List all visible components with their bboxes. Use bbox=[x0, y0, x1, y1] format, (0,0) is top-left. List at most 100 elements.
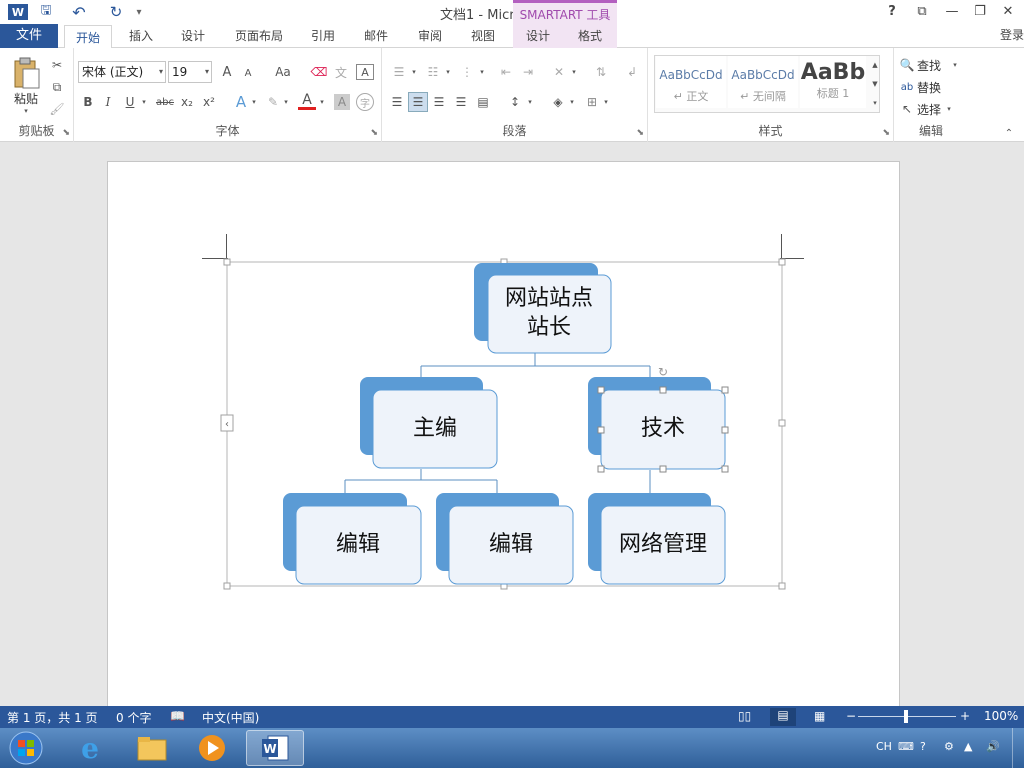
line-spacing-dropdown-icon[interactable]: ▾ bbox=[526, 92, 534, 112]
node-editor-2[interactable]: 编辑 bbox=[436, 493, 574, 585]
help-tray-icon[interactable]: ? bbox=[920, 740, 926, 753]
styles-scroll-up-icon[interactable]: ▲ bbox=[870, 56, 880, 74]
zoom-slider-thumb[interactable] bbox=[904, 710, 908, 723]
font-name-combo[interactable]: 宋体 (正文) ▾ bbox=[78, 61, 166, 83]
font-launcher-icon[interactable]: ⬊ bbox=[370, 128, 378, 138]
ribbon-display-options-button[interactable]: ⧉ bbox=[910, 2, 934, 22]
styles-more-icon[interactable]: ▾ bbox=[870, 94, 880, 112]
borders-icon[interactable]: ⊞ bbox=[582, 92, 602, 112]
tab-design[interactable]: 设计 bbox=[170, 24, 216, 48]
frame-handle[interactable] bbox=[223, 258, 231, 266]
node-editor-in-chief[interactable]: 主编 bbox=[360, 377, 498, 469]
shrink-font-icon[interactable]: A bbox=[240, 64, 256, 82]
character-shading-icon[interactable]: A bbox=[334, 94, 350, 110]
word-taskbar-button[interactable]: W bbox=[246, 730, 304, 766]
font-size-dropdown-icon[interactable]: ▾ bbox=[205, 62, 209, 82]
node-tech[interactable]: 技术 ↻ bbox=[588, 365, 729, 473]
paste-icon[interactable] bbox=[10, 56, 42, 90]
replace-button[interactable]: 替换 bbox=[916, 78, 942, 96]
multilevel-dropdown-icon[interactable]: ▾ bbox=[478, 62, 486, 82]
styles-scroll-down-icon[interactable]: ▼ bbox=[870, 75, 880, 93]
find-button[interactable]: 查找 bbox=[916, 56, 942, 74]
rotate-handle-icon[interactable]: ↻ bbox=[658, 365, 668, 379]
language-indicator[interactable]: 中文(中国) bbox=[202, 709, 259, 726]
decrease-indent-icon[interactable]: ⇤ bbox=[496, 62, 516, 82]
font-name-dropdown-icon[interactable]: ▾ bbox=[159, 62, 163, 82]
bullets-icon[interactable]: ☰ bbox=[388, 62, 410, 82]
justify-icon[interactable]: ☰ bbox=[452, 92, 470, 112]
media-player-icon[interactable] bbox=[188, 730, 236, 766]
tab-review[interactable]: 审阅 bbox=[408, 24, 452, 48]
show-desktop-button[interactable] bbox=[1012, 728, 1024, 768]
start-button[interactable] bbox=[6, 730, 46, 766]
restore-button[interactable]: ❐ bbox=[968, 2, 992, 22]
select-icon[interactable]: ↖ bbox=[900, 100, 914, 118]
numbering-icon[interactable]: ☷ bbox=[422, 62, 444, 82]
change-case-icon[interactable]: Aa bbox=[268, 62, 298, 82]
node-editor-1[interactable]: 编辑 bbox=[283, 493, 422, 585]
phonetic-guide-icon[interactable]: 文 bbox=[332, 62, 350, 82]
tab-view[interactable]: 视图 bbox=[460, 24, 506, 48]
word-app-icon[interactable]: W bbox=[8, 4, 28, 20]
tab-insert[interactable]: 插入 bbox=[118, 24, 164, 48]
close-button[interactable]: ✕ bbox=[996, 2, 1020, 22]
font-color-icon[interactable]: A bbox=[298, 92, 316, 110]
redo-icon[interactable]: ↻ bbox=[104, 3, 128, 21]
increase-indent-icon[interactable]: ⇥ bbox=[518, 62, 538, 82]
highlight-dropdown-icon[interactable]: ▾ bbox=[282, 92, 290, 112]
replace-icon[interactable]: ab bbox=[900, 78, 914, 96]
asian-layout-icon[interactable]: ✕ bbox=[548, 62, 570, 82]
asian-layout-dropdown-icon[interactable]: ▾ bbox=[570, 62, 578, 82]
page-count[interactable]: 第 1 页，共 1 页 bbox=[7, 709, 98, 726]
keyboard-icon[interactable]: ⌨ bbox=[898, 740, 914, 753]
cut-icon[interactable]: ✂ bbox=[48, 56, 66, 74]
frame-handle[interactable] bbox=[223, 582, 231, 590]
format-painter-icon[interactable]: 🖌 bbox=[48, 100, 66, 118]
enclose-characters-icon[interactable]: 字 bbox=[356, 93, 374, 111]
styles-launcher-icon[interactable]: ⬊ bbox=[882, 128, 890, 138]
line-spacing-icon[interactable]: ↕ bbox=[504, 92, 526, 112]
sign-in-link[interactable]: 登录 bbox=[1000, 26, 1024, 43]
font-size-combo[interactable]: 19 ▾ bbox=[168, 61, 212, 83]
tab-home[interactable]: 开始 bbox=[64, 25, 112, 49]
zoom-level[interactable]: 100% bbox=[984, 709, 1018, 723]
sort-icon[interactable]: ⇅ bbox=[590, 62, 612, 82]
bullets-dropdown-icon[interactable]: ▾ bbox=[410, 62, 418, 82]
select-dropdown-icon[interactable]: ▾ bbox=[944, 100, 954, 118]
multilevel-list-icon[interactable]: ⋮ bbox=[456, 62, 478, 82]
collapse-ribbon-icon[interactable]: ⌃ bbox=[1002, 126, 1016, 140]
italic-icon[interactable]: I bbox=[100, 92, 116, 112]
style-heading-1[interactable]: AaBb 标题 1 bbox=[800, 56, 866, 108]
copy-icon[interactable]: ⧉ bbox=[48, 78, 66, 96]
tab-smartart-design[interactable]: 设计 bbox=[513, 24, 563, 48]
underline-icon[interactable]: U bbox=[122, 92, 138, 112]
document-area[interactable]: ‹ 网站站点 站长 主编 技术 ↻ 编辑 编辑 网络管理 bbox=[0, 143, 1024, 721]
internet-explorer-icon[interactable]: e bbox=[66, 730, 114, 766]
font-color-dropdown-icon[interactable]: ▾ bbox=[318, 92, 326, 112]
borders-dropdown-icon[interactable]: ▾ bbox=[602, 92, 610, 112]
paste-button[interactable]: 粘贴 bbox=[6, 90, 46, 106]
select-button[interactable]: 选择 bbox=[916, 100, 942, 118]
bold-icon[interactable]: B bbox=[80, 92, 96, 112]
text-pane-toggle[interactable]: ‹ bbox=[220, 414, 234, 432]
shading-icon[interactable]: ◈ bbox=[548, 92, 568, 112]
character-border-icon[interactable]: A bbox=[356, 64, 374, 80]
zoom-out-button[interactable]: − bbox=[846, 709, 856, 723]
underline-dropdown-icon[interactable]: ▾ bbox=[140, 92, 148, 112]
tab-references[interactable]: 引用 bbox=[302, 24, 344, 48]
frame-handle[interactable] bbox=[778, 419, 786, 427]
node-root[interactable]: 网站站点 站长 bbox=[474, 263, 612, 354]
node-network-admin[interactable]: 网络管理 bbox=[588, 493, 726, 585]
clear-formatting-icon[interactable]: ⌫ bbox=[310, 62, 328, 82]
tray-options-icon[interactable]: ⚙ bbox=[944, 740, 954, 753]
show-hidden-icons[interactable]: ▲ bbox=[964, 740, 972, 753]
style-normal[interactable]: AaBbCcDd ↵ 正文 bbox=[656, 56, 726, 108]
file-explorer-icon[interactable] bbox=[128, 730, 176, 766]
strikethrough-icon[interactable]: abc bbox=[154, 92, 176, 112]
numbering-dropdown-icon[interactable]: ▾ bbox=[444, 62, 452, 82]
smartart-diagram[interactable]: ‹ 网站站点 站长 主编 技术 ↻ 编辑 编辑 网络管理 bbox=[0, 143, 1024, 706]
find-dropdown-icon[interactable]: ▾ bbox=[950, 56, 960, 74]
frame-handle[interactable] bbox=[778, 582, 786, 590]
zoom-in-button[interactable]: + bbox=[960, 709, 970, 723]
show-formatting-marks-icon[interactable]: ↲ bbox=[622, 62, 642, 82]
